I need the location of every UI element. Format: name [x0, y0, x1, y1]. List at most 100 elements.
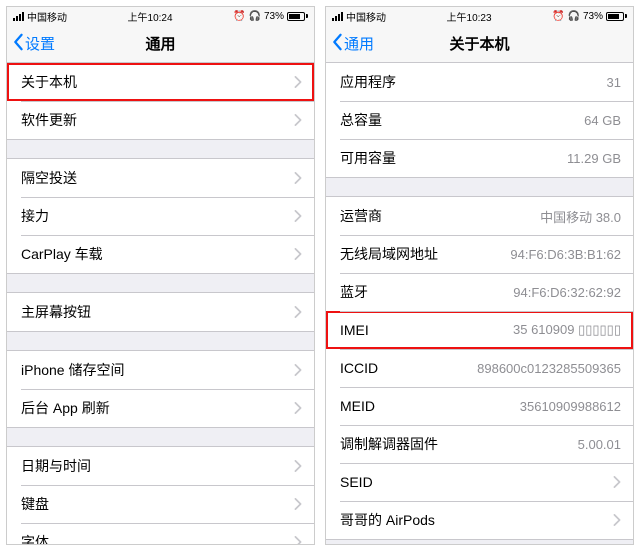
row-item[interactable]: 软件更新 [7, 101, 314, 139]
status-time: 上午10:23 [447, 9, 492, 24]
carrier-label: 中国移动 [27, 9, 67, 24]
chevron-right-icon [294, 248, 302, 260]
row-item: 可用容量 11.29 GB [326, 139, 633, 177]
content-about[interactable]: 应用程序31总容量64 GB可用容量11.29 GB运营商中国移动 38.0无线… [326, 63, 633, 544]
back-label: 设置 [25, 33, 55, 54]
phone-general: 中国移动 上午10:24 ⏰ 🎧 73% 设置 通用 关于本机软件更新隔空投送接… [6, 6, 315, 545]
row-label: iPhone 储存空间 [21, 360, 124, 380]
row-label: 调制解调器固件 [340, 434, 438, 454]
row-label: 蓝牙 [340, 282, 368, 302]
row-right: 94:F6:D6:32:62:92 [513, 285, 621, 300]
row-item[interactable]: 接力 [7, 197, 314, 235]
row-item[interactable]: 字体 [7, 523, 314, 544]
status-left: 中国移动 [13, 9, 67, 24]
row-right [288, 172, 302, 184]
settings-group: 运营商中国移动 38.0 无线局域网地址 94:F6:D6:3B:B1:62 蓝牙 94… [326, 196, 633, 540]
row-right: 35610909988612 [520, 399, 621, 414]
nav-bar: 通用 关于本机 [326, 25, 633, 63]
row-label: 无线局域网地址 [340, 244, 438, 264]
chevron-right-icon [613, 476, 621, 488]
row-item: 运营商中国移动 38.0 [326, 197, 633, 235]
row-label: 后台 App 刷新 [21, 398, 110, 418]
chevron-right-icon [294, 114, 302, 126]
row-label: 哥哥的 AirPods [340, 510, 435, 530]
phone-about: 中国移动 上午10:23 ⏰ 🎧 73% 通用 关于本机 应用程序 31 总容量64… [325, 6, 634, 545]
row-item[interactable]: 关于本机 [7, 63, 314, 101]
row-right: 31 [607, 75, 621, 90]
row-right [288, 364, 302, 376]
row-carplay[interactable]: CarPlay 车载 [7, 235, 314, 273]
row-label: CarPlay 车载 [21, 244, 103, 264]
row-airpods[interactable]: 哥哥的 AirPods [326, 501, 633, 539]
row-item: 应用程序 31 [326, 63, 633, 101]
row-iccid: ICCID 898600c0123285509365 [326, 349, 633, 387]
row-right [288, 114, 302, 126]
row-label: 软件更新 [21, 110, 77, 130]
row-right: 94:F6:D6:3B:B1:62 [510, 247, 621, 262]
chevron-left-icon [330, 33, 344, 55]
status-time: 上午10:24 [128, 9, 173, 24]
row-right [288, 210, 302, 222]
chevron-right-icon [294, 172, 302, 184]
row-value: 94:F6:D6:3B:B1:62 [510, 247, 621, 262]
row-label: 应用程序 [340, 72, 396, 92]
signal-icon [332, 12, 343, 21]
row-item: 无线局域网地址 94:F6:D6:3B:B1:62 [326, 235, 633, 273]
battery-percent: 73% [583, 11, 603, 22]
row-right [288, 248, 302, 260]
row-label: 字体 [21, 532, 49, 544]
chevron-right-icon [294, 364, 302, 376]
chevron-right-icon [294, 460, 302, 472]
row-value: 35 610909 ▯▯▯▯▯▯ [513, 322, 621, 338]
headphone-icon: 🎧 [249, 11, 261, 22]
battery-icon [606, 12, 627, 21]
nav-bar: 设置 通用 [7, 25, 314, 63]
row-label: 主屏幕按钮 [21, 302, 91, 322]
row-right: 898600c0123285509365 [477, 361, 621, 376]
row-right: 5.00.01 [578, 437, 621, 452]
battery-percent: 73% [264, 11, 284, 22]
chevron-left-icon [11, 33, 25, 55]
row-label: 隔空投送 [21, 168, 77, 188]
row-iphone[interactable]: iPhone 储存空间 [7, 351, 314, 389]
row-right [607, 514, 621, 526]
row-item: 调制解调器固件 5.00.01 [326, 425, 633, 463]
row-value: 35610909988612 [520, 399, 621, 414]
settings-group: 应用程序 31 总容量64 GB 可用容量 11.29 GB [326, 63, 633, 178]
row-label: 可用容量 [340, 148, 396, 168]
chevron-right-icon [294, 210, 302, 222]
chevron-right-icon [294, 498, 302, 510]
row-value: 5.00.01 [578, 437, 621, 452]
row-right: 64 GB [584, 113, 621, 128]
row-right [607, 476, 621, 488]
row-seid[interactable]: SEID [326, 463, 633, 501]
row-right [288, 402, 302, 414]
row-value: 中国移动 38.0 [540, 207, 621, 226]
row-right [288, 460, 302, 472]
content-general[interactable]: 关于本机软件更新隔空投送接力 CarPlay 车载主屏幕按钮 iPhone 储存空间… [7, 63, 314, 544]
alarm-icon: ⏰ [233, 11, 245, 22]
chevron-right-icon [294, 402, 302, 414]
row-item[interactable]: 键盘 [7, 485, 314, 523]
row-item[interactable]: 隔空投送 [7, 159, 314, 197]
row-right: 35 610909 ▯▯▯▯▯▯ [513, 322, 621, 338]
status-right: ⏰ 🎧 73% [233, 11, 308, 22]
chevron-right-icon [294, 306, 302, 318]
status-left: 中国移动 [332, 9, 386, 24]
row-right: 11.29 GB [567, 151, 621, 166]
row-app[interactable]: 后台 App 刷新 [7, 389, 314, 427]
signal-icon [13, 12, 24, 21]
row-item: 总容量64 GB [326, 101, 633, 139]
battery-icon [287, 12, 308, 21]
back-label: 通用 [344, 33, 374, 54]
status-right: ⏰ 🎧 73% [552, 11, 627, 22]
chevron-right-icon [613, 514, 621, 526]
back-button[interactable]: 设置 [7, 33, 55, 55]
row-item[interactable]: 日期与时间 [7, 447, 314, 485]
row-item[interactable]: 主屏幕按钮 [7, 293, 314, 331]
row-value: 64 GB [584, 113, 621, 128]
row-value: 11.29 GB [567, 151, 621, 166]
row-label: ICCID [340, 360, 378, 376]
back-button[interactable]: 通用 [326, 33, 374, 55]
row-value: 94:F6:D6:32:62:92 [513, 285, 621, 300]
